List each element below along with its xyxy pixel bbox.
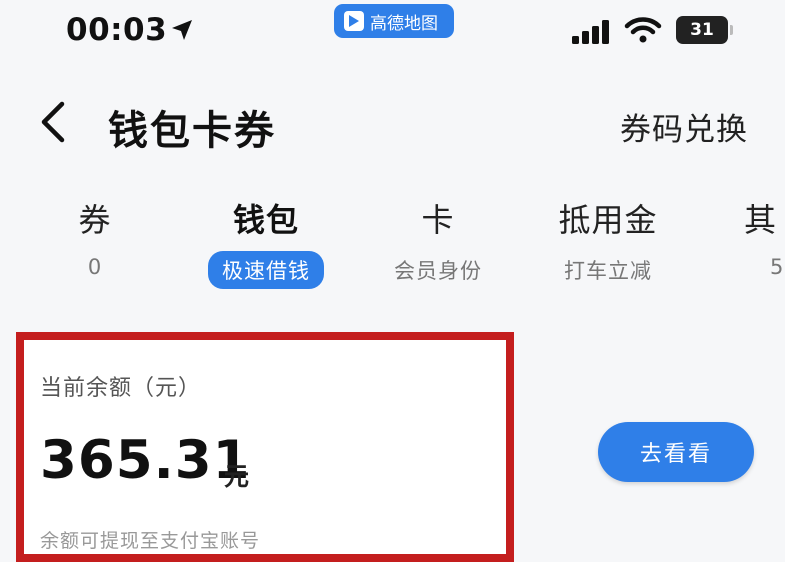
tab-credits[interactable]: 抵用金 打车立减	[548, 195, 668, 285]
tab-count: 0	[87, 255, 103, 279]
tab-other[interactable]: 其 5	[744, 195, 784, 279]
view-button[interactable]: 去看看	[598, 422, 754, 482]
wifi-icon	[624, 17, 662, 43]
tab-wallet[interactable]: 钱包 极速借钱	[186, 195, 346, 289]
battery-icon: 31	[676, 16, 733, 44]
tab-label: 其	[744, 201, 778, 239]
tab-label: 卡	[421, 201, 455, 239]
tab-subtitle: 打车立减	[564, 259, 652, 283]
app-indicator-pill[interactable]: 高德地图	[334, 4, 454, 38]
tab-subtitle: 会员身份	[394, 259, 482, 283]
status-bar: 00:03 高德地图 31	[0, 0, 785, 62]
status-time: 00:03	[66, 12, 168, 48]
balance-unit: 元	[224, 462, 250, 491]
balance-card: 当前余额（元） 365.31 元 余额可提现至支付宝账号	[16, 332, 514, 562]
tab-badge-quick-loan: 极速借钱	[208, 251, 324, 289]
tab-label: 券	[78, 201, 112, 239]
tab-label: 钱包	[232, 201, 299, 239]
category-tabs: 券 0 钱包 极速借钱 卡 会员身份 抵用金 打车立减 其 5	[0, 195, 785, 295]
balance-label: 当前余额（元）	[40, 376, 202, 401]
page-title: 钱包卡券	[108, 108, 276, 154]
location-arrow-icon	[172, 20, 192, 40]
tab-cards[interactable]: 卡 会员身份	[378, 195, 498, 285]
back-chevron-icon[interactable]	[38, 100, 68, 144]
balance-amount: 365.31	[40, 430, 251, 491]
redeem-code-link[interactable]: 券码兑换	[620, 104, 748, 149]
app-indicator-label: 高德地图	[370, 13, 438, 34]
battery-level: 31	[690, 20, 714, 40]
tab-coupons[interactable]: 券 0	[62, 195, 128, 279]
tab-count: 5	[770, 255, 785, 279]
tab-label: 抵用金	[558, 201, 658, 239]
navigation-app-icon	[344, 11, 364, 31]
cellular-signal-icon	[572, 20, 609, 44]
